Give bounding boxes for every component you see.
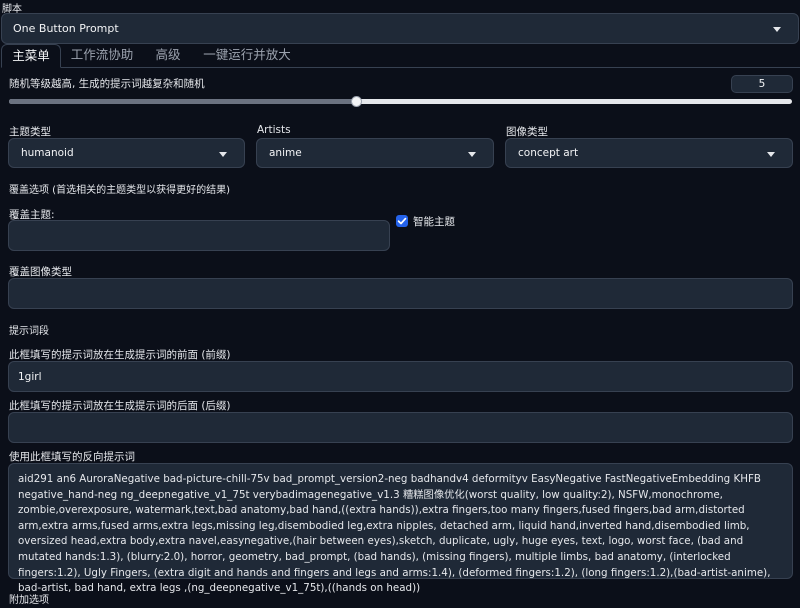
smart-subject-label: 智能主题 [413,216,455,228]
subject-type-label: 主题类型 [9,126,51,138]
suffix-label: 此框填写的提示词放在生成提示词的后面 (后缀) [9,400,231,412]
subject-type-dropdown[interactable]: humanoid [8,138,245,168]
tab-one-click-upscale[interactable]: 一键运行并放大 [199,44,295,68]
tab-workflow-assist[interactable]: 工作流协助 [66,44,138,68]
tab-divider [61,67,800,68]
extra-options-heading: 附加选项 [9,595,49,606]
randomness-number-value: 5 [758,78,766,90]
checkmark-icon [397,217,407,225]
negative-prompt-value: aid291 an6 AuroraNegative bad-picture-ch… [18,473,771,595]
image-type-dropdown[interactable]: concept art [505,138,793,168]
script-dropdown[interactable]: One Button Prompt [1,13,799,44]
prefix-label: 此框填写的提示词放在生成提示词的前面 (前缀) [9,349,231,361]
chevron-down-icon [468,152,476,157]
randomness-number-input[interactable]: 5 [731,75,793,93]
override-image-type-input[interactable] [8,278,793,309]
artists-label: Artists [257,124,291,136]
script-dropdown-value: One Button Prompt [13,22,119,35]
image-type-value: concept art [518,147,579,159]
randomness-label: 随机等级越高, 生成的提示词越复杂和随机 [9,78,205,90]
randomness-slider[interactable] [9,96,792,107]
chevron-down-icon [767,152,775,157]
randomness-slider-fill [9,99,357,104]
chevron-down-icon [773,27,781,32]
override-section-heading: 覆盖选项 (首选相关的主题类型以获得更好的结果) [9,185,230,196]
override-image-type-label: 覆盖图像类型 [9,266,72,278]
tab-main-menu[interactable]: 主菜单 [1,44,61,68]
override-subject-input[interactable] [8,220,390,251]
smart-subject-checkbox[interactable] [396,215,408,227]
artists-dropdown[interactable]: anime [256,138,494,168]
randomness-slider-thumb[interactable] [351,96,363,107]
artists-value: anime [269,147,302,159]
prompt-section-heading: 提示词段 [9,326,49,337]
tab-bar: 主菜单 工作流协助 高级 一键运行并放大 [0,44,800,68]
subject-type-value: humanoid [21,147,74,159]
negative-prompt-label: 使用此框填写的反向提示词 [9,451,135,463]
prefix-value: 1girl [18,371,42,383]
prefix-input[interactable]: 1girl [8,361,793,392]
chevron-down-icon [219,152,227,157]
tab-advanced[interactable]: 高级 [145,44,191,68]
negative-prompt-textarea[interactable]: aid291 an6 AuroraNegative bad-picture-ch… [8,463,793,594]
image-type-label: 图像类型 [506,126,548,138]
suffix-input[interactable] [8,412,793,443]
